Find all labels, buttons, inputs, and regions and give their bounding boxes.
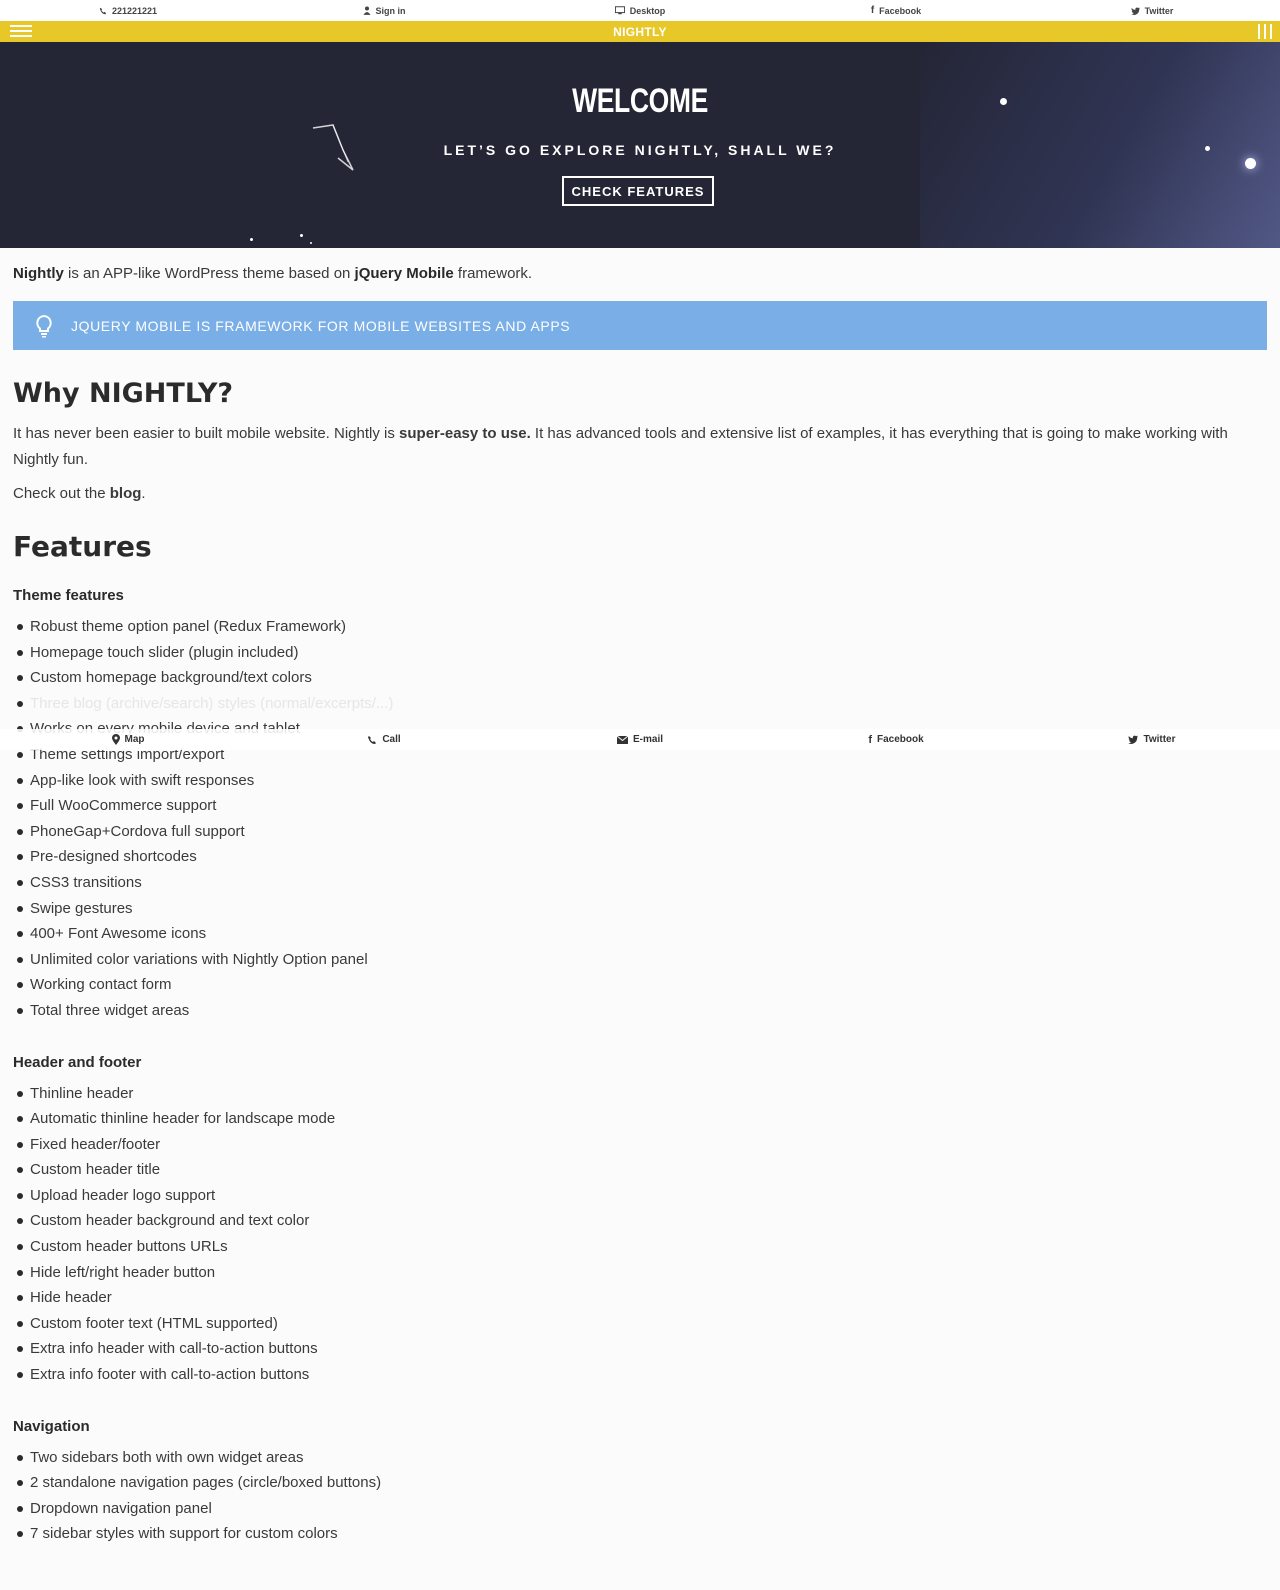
list-item: CSS3 transitions (13, 870, 1267, 896)
hero-light (300, 234, 303, 237)
list-item: Two sidebars both with own widget areas (13, 1445, 1267, 1471)
facebook-label: Facebook (879, 5, 922, 16)
signin-label: Sign in (375, 5, 406, 16)
hero-subtitle: LET’S GO EXPLORE NIGHTLY, SHALL WE? (443, 142, 837, 158)
desktop-link[interactable]: Desktop (512, 6, 768, 16)
list-item: Full WooCommerce support (13, 793, 1267, 819)
email-label: E-mail (632, 734, 663, 745)
header-title[interactable]: NIGHTLY (613, 25, 667, 39)
list-item: Extra info footer with call-to-action bu… (13, 1362, 1267, 1388)
lightbulb-icon (33, 314, 55, 338)
intro-paragraph: Nightly is an APP-like WordPress theme b… (13, 264, 1267, 284)
twitter-icon (1128, 735, 1139, 744)
map-link[interactable]: Map (0, 734, 256, 745)
intro-framework: jQuery Mobile (354, 265, 454, 282)
intro-text-1: is an APP-like WordPress theme based on (63, 265, 355, 282)
list-item: 7 sidebar styles with support for custom… (13, 1521, 1267, 1547)
blog-paragraph: Check out the blog. (13, 485, 1267, 502)
extra-info-header: 221221221 Sign in Desktop f Facebook Twi… (0, 0, 1280, 21)
call-label: Call (382, 734, 401, 745)
desktop-label: Desktop (629, 5, 666, 16)
phone-icon (367, 735, 377, 745)
list-item: 2 standalone navigation pages (circle/bo… (13, 1470, 1267, 1496)
why-paragraph: It has never been easier to built mobile… (13, 421, 1267, 473)
section-title-navigation: Navigation (13, 1417, 90, 1435)
list-item: Unlimited color variations with Nightly … (13, 947, 1267, 973)
signin-link[interactable]: Sign in (256, 6, 512, 16)
check-features-button[interactable]: CHECK FEATURES (562, 176, 714, 206)
hero-title: WELCOME (572, 82, 708, 120)
extra-info-footer: Map Call E-mail f Facebook Twitter (0, 729, 1280, 750)
list-item: Custom homepage background/text colors (13, 665, 1267, 691)
blog-link[interactable]: blog (110, 485, 142, 502)
hero-light (1245, 158, 1256, 169)
facebook-label: Facebook (876, 734, 924, 745)
email-link[interactable]: E-mail (512, 734, 768, 745)
list-item: Custom header background and text color (13, 1208, 1267, 1234)
twitter-icon (1130, 7, 1140, 15)
list-item: Extra info header with call-to-action bu… (13, 1336, 1267, 1362)
facebook-link[interactable]: f Facebook (768, 734, 1024, 746)
theme-features-list: Robust theme option panel (Redux Framewo… (13, 614, 1267, 1024)
phone-link[interactable]: 221221221 (0, 6, 256, 16)
phone-label: 221221221 (111, 5, 158, 16)
why-heading: Why NIGHTLY? (13, 378, 234, 409)
navigation-list: Two sidebars both with own widget areas … (13, 1445, 1267, 1547)
list-item: Custom header buttons URLs (13, 1234, 1267, 1260)
facebook-icon: f (870, 5, 875, 16)
hero-light (310, 242, 312, 244)
right-sidebar-icon[interactable] (1258, 24, 1272, 39)
features-heading: Features (13, 530, 152, 563)
notice-box: JQUERY MOBILE IS FRAMEWORK FOR MOBILE WE… (13, 301, 1267, 350)
call-link[interactable]: Call (256, 734, 512, 745)
list-item: Homepage touch slider (plugin included) (13, 640, 1267, 666)
list-item: Robust theme option panel (Redux Framewo… (13, 614, 1267, 640)
list-item: Upload header logo support (13, 1183, 1267, 1209)
list-item: PhoneGap+Cordova full support (13, 819, 1267, 845)
list-item: Fixed header/footer (13, 1132, 1267, 1158)
list-item: Thinline header (13, 1081, 1267, 1107)
hero-banner: WELCOME LET’S GO EXPLORE NIGHTLY, SHALL … (0, 42, 1280, 248)
desktop-icon (614, 6, 625, 15)
section-title-header-footer: Header and footer (13, 1053, 142, 1071)
facebook-link[interactable]: f Facebook (768, 5, 1024, 16)
map-label: Map (124, 734, 145, 745)
twitter-link[interactable]: Twitter (1024, 734, 1280, 745)
list-item: Working contact form (13, 972, 1267, 998)
why-text-1: It has never been easier to built mobile… (13, 425, 400, 442)
blog-prefix: Check out the (13, 485, 110, 502)
intro-text-2: framework. (453, 265, 533, 282)
list-item: Hide left/right header button (13, 1260, 1267, 1286)
list-item: App-like look with swift responses (13, 768, 1267, 794)
twitter-label: Twitter (1143, 734, 1176, 745)
list-item: Swipe gestures (13, 896, 1267, 922)
phone-icon (99, 7, 107, 15)
hero-light (250, 238, 253, 241)
list-item: 400+ Font Awesome icons (13, 921, 1267, 947)
main-content: Nightly is an APP-like WordPress theme b… (13, 248, 1267, 1547)
map-marker-icon (111, 734, 120, 745)
list-item: Dropdown navigation panel (13, 1496, 1267, 1522)
envelope-icon (616, 735, 628, 744)
menu-icon[interactable] (10, 25, 32, 38)
section-title-theme-features: Theme features (13, 587, 124, 604)
app-header: NIGHTLY (0, 21, 1280, 42)
facebook-icon: f (868, 733, 872, 746)
list-item: Three blog (archive/search) styles (norm… (13, 691, 1267, 717)
notice-text: JQUERY MOBILE IS FRAMEWORK FOR MOBILE WE… (71, 317, 571, 334)
intro-brand: Nightly (13, 265, 64, 282)
list-item: Custom footer text (HTML supported) (13, 1311, 1267, 1337)
list-item: Total three widget areas (13, 998, 1267, 1024)
list-item: Hide header (13, 1285, 1267, 1311)
list-item: Automatic thinline header for landscape … (13, 1106, 1267, 1132)
twitter-link[interactable]: Twitter (1024, 6, 1280, 16)
why-bold: super-easy to use. (399, 425, 531, 442)
user-icon (362, 6, 371, 15)
list-item: Custom header title (13, 1157, 1267, 1183)
twitter-label: Twitter (1144, 5, 1174, 16)
list-item: Pre-designed shortcodes (13, 844, 1267, 870)
blog-period: . (141, 485, 146, 502)
header-footer-list: Thinline header Automatic thinline heade… (13, 1081, 1267, 1388)
